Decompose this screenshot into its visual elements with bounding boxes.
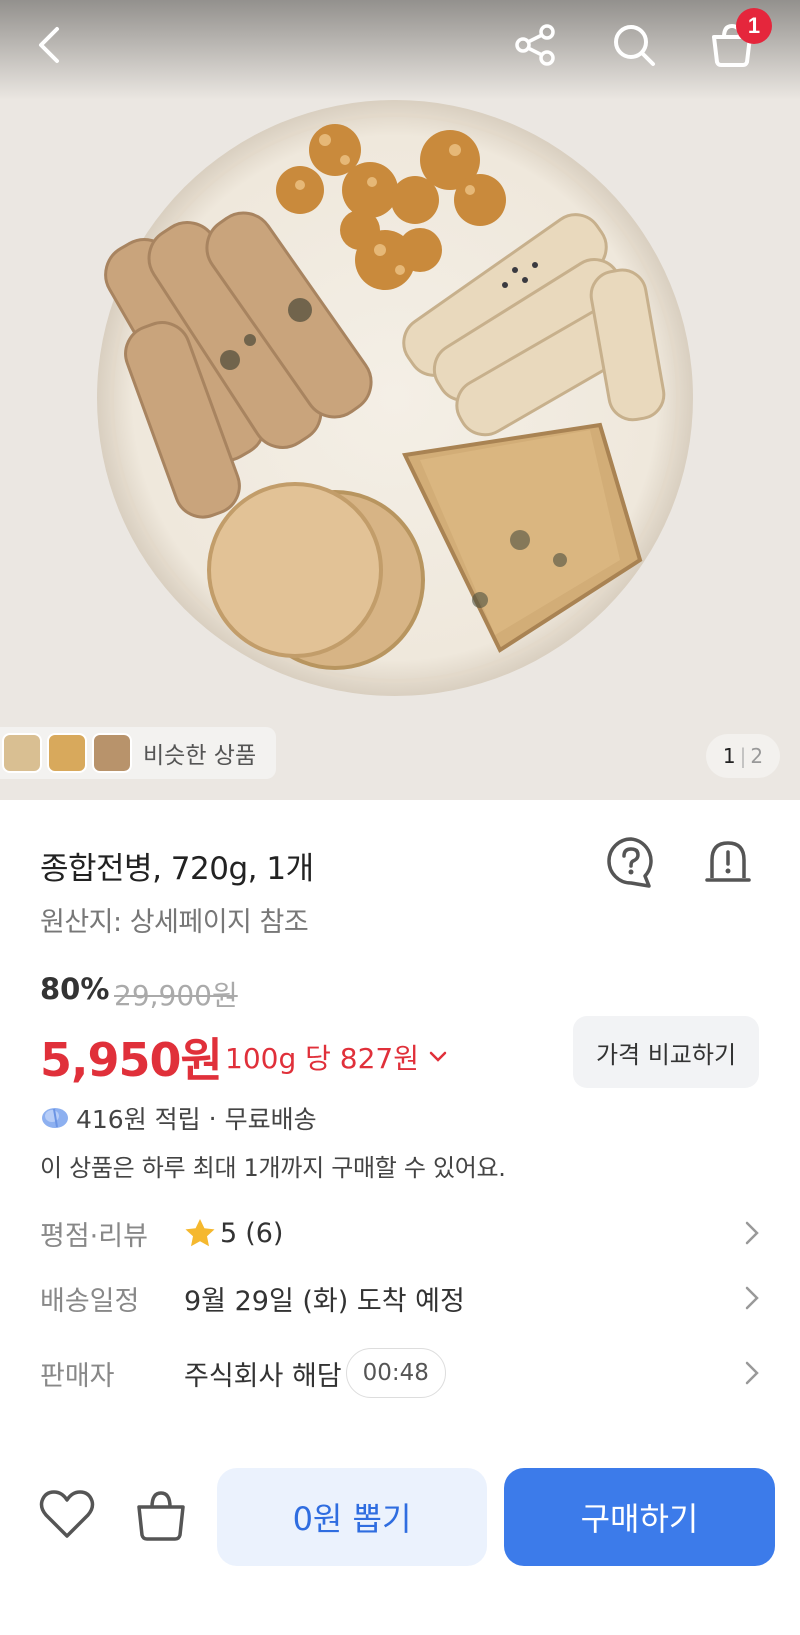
delivery-row[interactable]: 배송일정 9월 29일 (화) 도착 예정 — [40, 1273, 760, 1323]
add-to-cart-button[interactable] — [134, 1488, 188, 1546]
product-photo — [0, 0, 800, 800]
reward-coin-icon — [42, 1108, 68, 1128]
unit-price-toggle[interactable]: 100g 당 827원 — [225, 1037, 447, 1077]
similar-products-label: 비슷한 상품 — [143, 743, 257, 769]
chevron-down-icon — [429, 1051, 447, 1062]
back-button[interactable] — [20, 15, 80, 75]
shipping-info: 무료배송 — [224, 1105, 317, 1134]
seller-label: 판매자 — [40, 1360, 115, 1392]
rating-label: 평점·리뷰 — [40, 1220, 148, 1252]
rating-value-group: 5 (6) — [184, 1218, 283, 1249]
siren-icon — [705, 841, 751, 882]
original-price: 29,900원 — [114, 979, 238, 1012]
rating-row[interactable]: 평점·리뷰 5 (6) — [40, 1208, 760, 1258]
chevron-right-icon — [745, 1286, 759, 1310]
product-image-gallery[interactable]: 1 비슷한 상품 1 | 2 — [0, 0, 800, 800]
seller-name: 주식회사 해담 — [184, 1360, 342, 1392]
product-title: 종합전병, 720g, 1개 — [40, 851, 314, 887]
seller-timer: 00:48 — [345, 1348, 446, 1398]
sale-price: 5,950원 — [40, 1033, 223, 1087]
reward-separator: · — [208, 1103, 217, 1133]
similar-thumbnail — [2, 733, 42, 773]
search-button[interactable] — [604, 15, 664, 75]
product-origin: 원산지: 상세페이지 참조 — [40, 907, 309, 938]
question-bubble-icon — [607, 837, 653, 888]
top-gradient — [0, 0, 800, 100]
search-icon — [614, 25, 655, 66]
image-pager: 1 | 2 — [706, 734, 780, 778]
cart-count-badge: 1 — [736, 8, 772, 44]
compare-price-button[interactable]: 가격 비교하기 — [573, 1016, 759, 1088]
chevron-right-icon — [745, 1221, 759, 1245]
reward-info: 416원 적립 · 무료배송 — [40, 1100, 317, 1136]
purchase-limit-notice: 이 상품은 하루 최대 1개까지 구매할 수 있어요. — [40, 1154, 506, 1182]
heart-icon — [39, 1490, 95, 1538]
reward-points: 416원 적립 — [76, 1105, 201, 1134]
report-button[interactable] — [704, 836, 752, 892]
free-draw-button[interactable]: 0원 뽑기 — [217, 1468, 487, 1566]
delivery-label: 배송일정 — [40, 1285, 140, 1317]
similar-thumbnail — [47, 733, 87, 773]
similar-products-button[interactable]: 비슷한 상품 — [0, 727, 276, 779]
pager-total: 2 — [750, 744, 764, 768]
delivery-value: 9월 29일 (화) 도착 예정 — [184, 1285, 465, 1317]
pager-separator: | — [739, 744, 747, 768]
seller-value-group: 주식회사 해담 00:48 — [184, 1348, 446, 1398]
shopping-bag-icon — [137, 1491, 185, 1541]
share-icon — [515, 24, 555, 66]
similar-thumbnail — [92, 733, 132, 773]
share-button[interactable] — [505, 15, 565, 75]
unit-price-label: 100g 당 827원 — [225, 1042, 419, 1075]
chevron-right-icon — [745, 1361, 759, 1385]
star-icon — [185, 1219, 215, 1247]
chevron-left-icon — [39, 27, 59, 63]
pager-current: 1 — [722, 744, 736, 768]
buy-now-button[interactable]: 구매하기 — [504, 1468, 775, 1566]
seller-row[interactable]: 판매자 주식회사 해담 00:48 — [40, 1348, 760, 1398]
review-count: (6) — [245, 1217, 284, 1249]
wishlist-button[interactable] — [38, 1488, 96, 1544]
discount-rate: 80% — [40, 972, 110, 1006]
rating-score: 5 — [220, 1217, 238, 1249]
question-button[interactable] — [605, 836, 657, 892]
